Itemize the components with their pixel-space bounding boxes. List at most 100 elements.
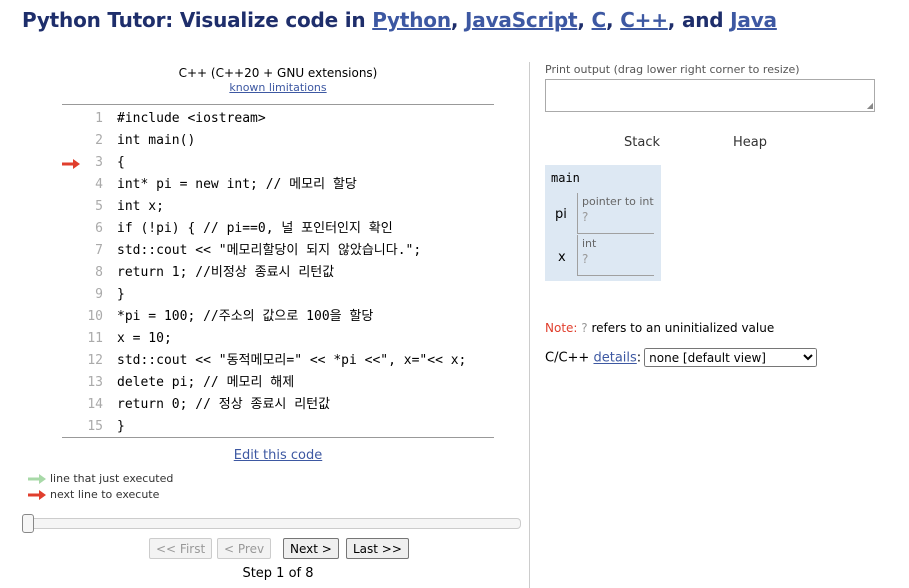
c-link[interactable]: C — [592, 8, 607, 32]
line-number: 7 — [95, 243, 103, 258]
line-number: 10 — [87, 309, 103, 324]
first-button[interactable]: << First — [149, 538, 213, 559]
legend-next-line-text: next line to execute — [50, 488, 160, 501]
code-text: *pi = 100; //주소의 값으로 100을 할당 — [117, 309, 374, 324]
code-listing: 1 #include <iostream> 2 int main() 3 {4 int* p… — [62, 108, 494, 438]
limitations-container: known limitations — [62, 81, 494, 94]
title-separator: , and — [667, 8, 731, 32]
code-line: 11 x = 10; — [62, 328, 494, 350]
line-number: 11 — [87, 331, 103, 346]
var-name-pi: pi — [555, 207, 567, 222]
code-text: std::cout << "메모리할당이 되지 않았습니다."; — [117, 243, 422, 258]
code-line: 2 int main() — [62, 130, 494, 152]
java-link[interactable]: Java — [730, 8, 777, 32]
code-top-divider — [62, 104, 494, 105]
stack-header: Stack — [624, 135, 660, 150]
code-text: delete pi; // 메모리 해제 — [117, 375, 295, 390]
code-text: int x; — [117, 199, 164, 214]
note-label: Note: — [545, 321, 578, 335]
code-line: 7 std::cout << "메모리할당이 되지 않았습니다."; — [62, 240, 494, 262]
code-line: 14 return 0; // 정상 종료시 리턴값 — [62, 394, 494, 416]
var-type-pi: pointer to int — [582, 195, 654, 208]
code-line: 13 delete pi; // 메모리 해제 — [62, 372, 494, 394]
language-label: C++ (C++20 + GNU extensions) — [178, 66, 378, 80]
python-link[interactable]: Python — [372, 8, 451, 32]
line-number: 8 — [95, 265, 103, 280]
line-number: 5 — [95, 199, 103, 214]
red-arrow-icon — [28, 490, 46, 500]
note-symbol: ? — [581, 321, 588, 335]
line-number: 1 — [95, 111, 103, 126]
code-text: std::cout << "동적메모리=" << *pi <<", x="<< … — [117, 353, 467, 368]
line-number: 2 — [95, 133, 103, 148]
code-line: 10 *pi = 100; //주소의 값으로 100을 할당 — [62, 306, 494, 328]
page-title: Python Tutor: Visualize code in Python , … — [22, 8, 777, 32]
print-output-box[interactable]: ◢ — [545, 79, 875, 112]
var-value-pi: ? — [582, 210, 589, 224]
title-prefix: Python Tutor: Visualize code in — [22, 8, 373, 32]
line-number: 3 — [95, 155, 103, 170]
details-prefix: C/C++ — [545, 350, 590, 366]
var-value-x: ? — [582, 252, 589, 266]
code-line: 6 if (!pi) { // pi==0, 널 포인터인지 확인 — [62, 218, 494, 240]
code-line: 5 int x; — [62, 196, 494, 218]
title-separator: , — [606, 8, 621, 32]
view-mode-select[interactable]: none [default view] — [644, 348, 818, 367]
note-text: refers to an uninitialized value — [591, 321, 775, 335]
legend-next-line: next line to execute — [28, 488, 159, 501]
details-link[interactable]: details — [593, 351, 636, 366]
code-line: 4 int* pi = new int; // 메모리 할당 — [62, 174, 494, 196]
last-button[interactable]: Last >> — [346, 538, 409, 559]
edit-code-link[interactable]: Edit this code — [234, 448, 323, 463]
title-separator: , — [577, 8, 592, 32]
execution-slider[interactable] — [22, 514, 521, 533]
legend-just-executed-text: line that just executed — [50, 472, 174, 485]
code-text: #include <iostream> — [117, 111, 266, 126]
edit-container: Edit this code — [62, 448, 494, 463]
code-text: int main() — [117, 133, 196, 148]
code-line: 1 #include <iostream> — [62, 108, 494, 130]
next-button[interactable]: Next > — [283, 538, 339, 559]
var-name-x: x — [558, 250, 566, 265]
code-line: 15} — [62, 416, 494, 438]
code-text: if (!pi) { // pi==0, 널 포인터인지 확인 — [117, 221, 393, 236]
var-value-box-pi: pointer to int ? — [577, 193, 654, 234]
code-line: 8 return 1; //비정상 종료시 리턴값 — [62, 262, 494, 284]
line-number: 15 — [87, 419, 103, 434]
code-text: } — [117, 419, 125, 434]
heap-header: Heap — [733, 135, 767, 150]
print-output-label: Print output (drag lower right corner to… — [545, 63, 800, 76]
code-line: 12 std::cout << "동적메모리=" << *pi <<", x="<… — [62, 350, 494, 372]
code-text: return 0; // 정상 종료시 리턴값 — [117, 397, 331, 412]
line-number: 12 — [87, 353, 103, 368]
javascript-link[interactable]: JavaScript — [465, 8, 578, 32]
panel-divider — [529, 62, 530, 588]
known-limitations-link[interactable]: known limitations — [229, 81, 326, 94]
details-row: C/C++ details: none [default view] — [545, 348, 818, 367]
uninitialized-note: Note: ? refers to an uninitialized value — [545, 321, 774, 335]
var-value-box-x: int ? — [577, 235, 654, 276]
line-number: 14 — [87, 397, 103, 412]
var-type-x: int — [582, 237, 597, 250]
stack-frame-main: main pi pointer to int ? x int ? — [545, 165, 661, 281]
code-text: } — [117, 287, 125, 302]
green-arrow-icon — [28, 474, 46, 484]
line-number: 13 — [87, 375, 103, 390]
code-text: return 1; //비정상 종료시 리턴값 — [117, 265, 335, 280]
line-number: 4 — [95, 177, 103, 192]
slider-handle[interactable] — [22, 514, 34, 533]
resize-grip-icon[interactable]: ◢ — [867, 101, 873, 110]
cpp-link[interactable]: C++ — [620, 8, 668, 32]
frame-name: main — [551, 171, 580, 185]
prev-button[interactable]: < Prev — [217, 538, 272, 559]
code-bottom-divider — [62, 437, 494, 438]
step-counter: Step 1 of 8 — [242, 566, 314, 581]
code-line: 9} — [62, 284, 494, 306]
legend-just-executed: line that just executed — [28, 472, 173, 485]
title-separator: , — [450, 8, 466, 32]
line-number: 6 — [95, 221, 103, 236]
code-text: { — [117, 155, 125, 170]
code-text: int* pi = new int; // 메모리 할당 — [117, 177, 357, 192]
line-number: 9 — [95, 287, 103, 302]
code-text: x = 10; — [117, 331, 172, 346]
